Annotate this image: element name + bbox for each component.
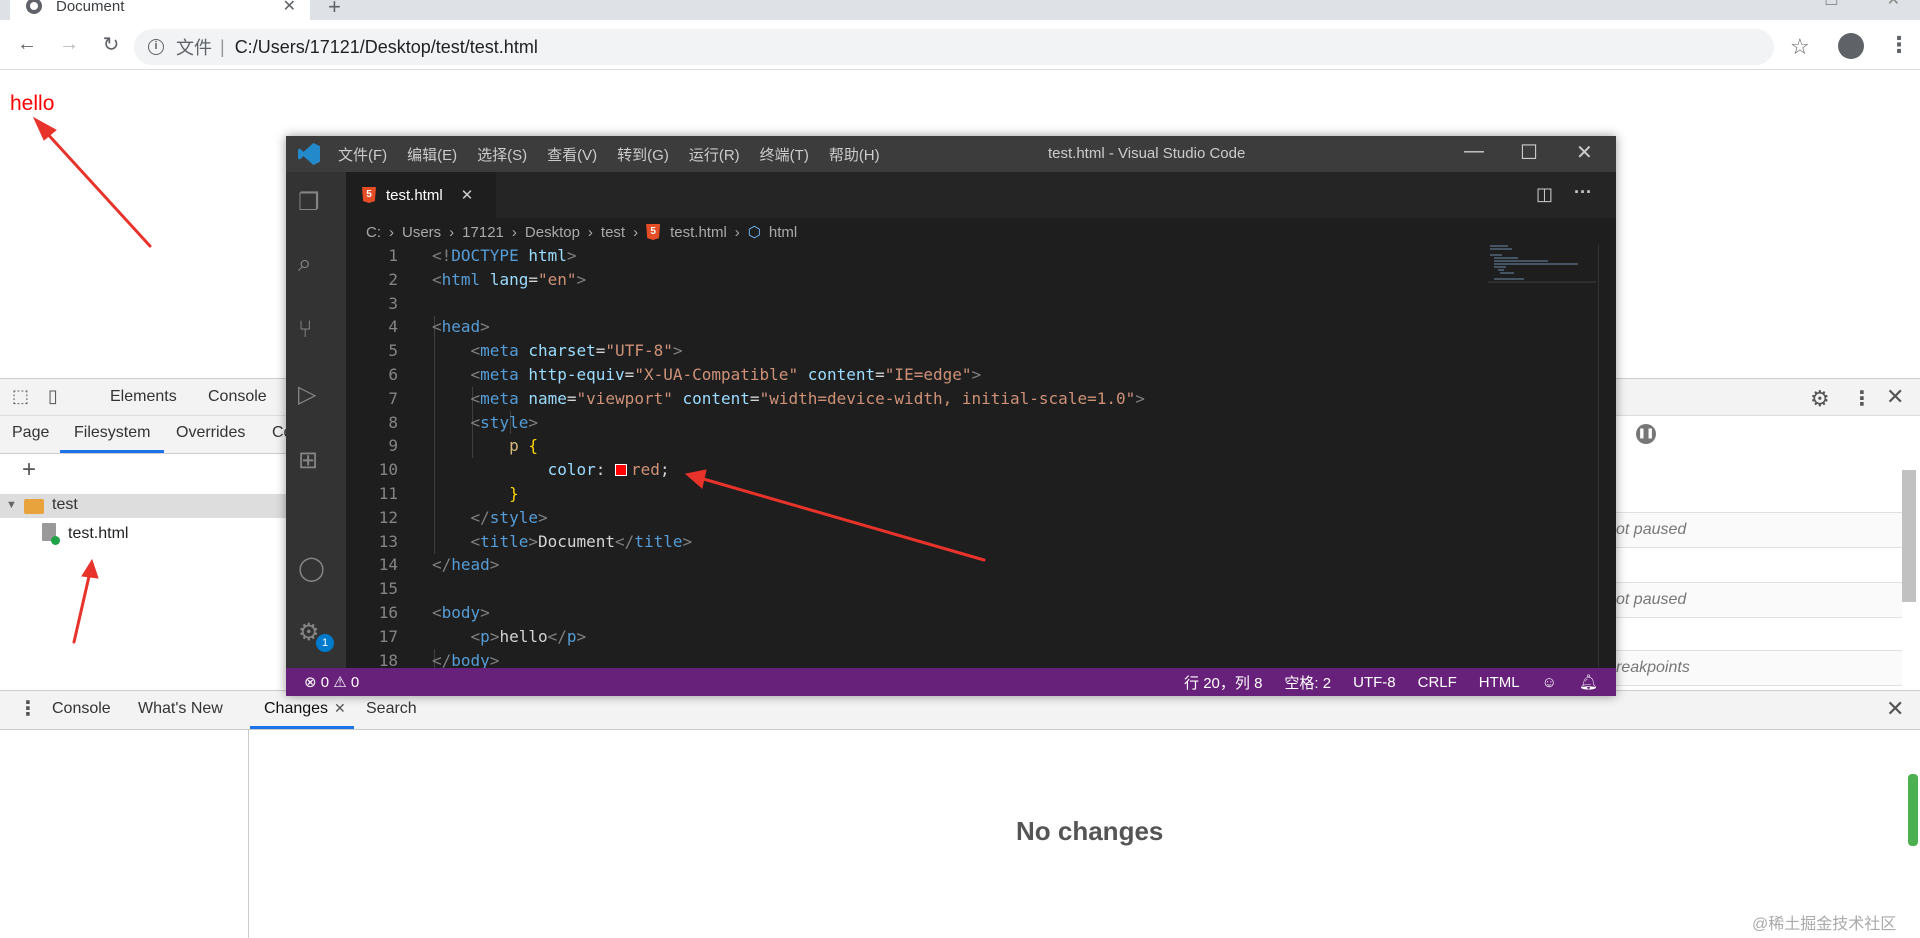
annotation-arrows [32,116,986,644]
